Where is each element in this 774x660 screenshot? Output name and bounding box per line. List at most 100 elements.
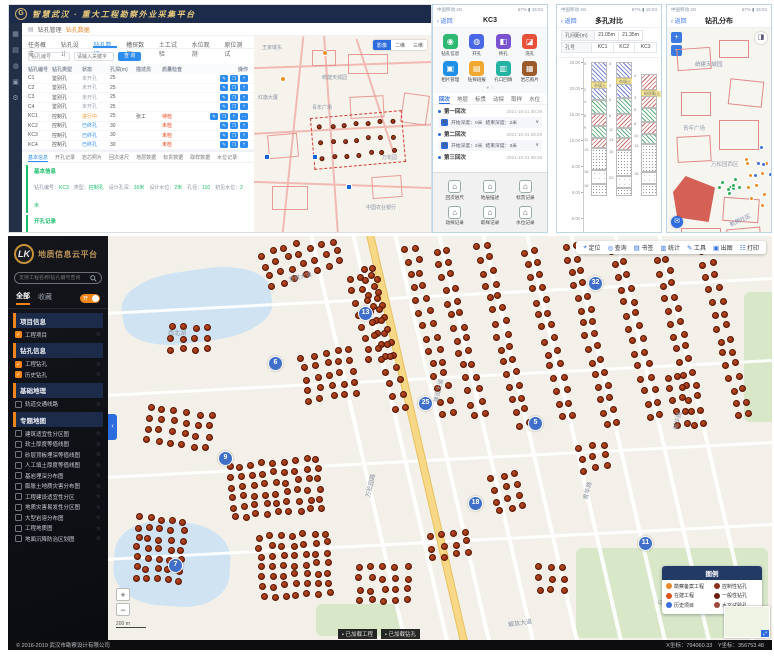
layer-checkbox[interactable]: ✓	[15, 361, 22, 368]
borehole-map[interactable]: 13625918732115建设大道青年路新华路发展大道万松园路西北湖中山公园解…	[108, 236, 772, 640]
record-tab-回次[interactable]: 回次	[439, 95, 450, 104]
cluster-marker[interactable]: 7	[168, 558, 183, 573]
layer-item[interactable]: ✓工程项目☆	[13, 328, 103, 339]
table-row[interactable]: KC2控制孔已终孔30未检✎❐⇡	[22, 122, 254, 132]
detail-tab-回次进尺[interactable]: 回次进尺	[109, 154, 129, 162]
row-action-button[interactable]: ❐	[230, 94, 238, 101]
tab-钻孔设计[interactable]: 钻孔设计	[61, 38, 85, 48]
layers-icon[interactable]: ▣	[12, 79, 19, 86]
cluster-marker[interactable]: 13	[358, 306, 373, 321]
toolbar-打印[interactable]: ☷打印	[740, 243, 759, 252]
toggle-option-三维[interactable]: 三维	[409, 40, 427, 50]
row-action-button[interactable]: ❐	[220, 113, 228, 120]
row-action-button[interactable]: ❐	[230, 132, 238, 139]
menu-icon[interactable]: ▦	[12, 31, 19, 38]
table-row[interactable]: C1鉴别孔未开孔25✎❐⇡	[22, 74, 254, 84]
minimap-expand-icon[interactable]: ⤢	[761, 630, 769, 637]
record-tab-地层[interactable]: 地层	[457, 95, 468, 104]
row-action-button[interactable]: ⇡	[240, 75, 248, 82]
row-action-button[interactable]: ✎	[220, 75, 228, 82]
breadcrumb-current[interactable]: 钻孔数据	[66, 25, 90, 34]
row-action-button[interactable]: ⇡	[240, 103, 248, 110]
toggle-option-二维[interactable]: 二维	[391, 40, 409, 50]
layer-checkbox[interactable]: ✓	[15, 331, 22, 338]
group-header[interactable]: 钻孔信息	[13, 343, 103, 358]
star-icon[interactable]: ☆	[96, 462, 101, 469]
layer-item[interactable]: 大型岩溶分布图☆	[13, 511, 103, 522]
row-action-button[interactable]: ✎	[220, 103, 228, 110]
layer-item[interactable]: 基岩埋深分布图☆	[13, 469, 103, 480]
sidebar-collapse-handle[interactable]: ‹	[108, 414, 117, 440]
cluster-marker[interactable]: 32	[588, 276, 603, 291]
table-row[interactable]: KC4控制孔已终孔30未检✎❐⇡	[22, 141, 254, 151]
app-shortcut[interactable]: ▣相片管理	[437, 61, 464, 84]
layer-checkbox[interactable]: ✓	[15, 371, 22, 378]
tab-原位测试[interactable]: 原位测试	[224, 38, 248, 48]
tab-槽探数据[interactable]: 槽探数据	[126, 38, 150, 48]
record-tab-标贯[interactable]: 标贯	[475, 95, 486, 104]
record-tab-取样[interactable]: 取样	[511, 95, 522, 104]
sheet-shortcut[interactable]: ⌂取样记录	[472, 206, 507, 227]
group-header[interactable]: 基础地理	[13, 383, 103, 398]
search-button[interactable]: 查 询	[118, 52, 141, 61]
layer-checkbox[interactable]	[15, 535, 22, 542]
star-icon[interactable]: ☆	[96, 430, 101, 437]
toolbar-工具[interactable]: ✎工具	[687, 243, 706, 252]
star-icon[interactable]: ☆	[96, 441, 101, 448]
layer-checkbox[interactable]	[15, 493, 22, 500]
layer-checkbox[interactable]	[15, 525, 22, 532]
group-header[interactable]: 专题地图	[13, 412, 103, 427]
group-header[interactable]: 项目信息	[13, 313, 103, 328]
table-row[interactable]: KC3控制孔已终孔30未检✎❐⇡	[22, 131, 254, 141]
cluster-marker[interactable]: 5	[528, 416, 543, 431]
breadcrumb-root[interactable]: 钻孔管理	[38, 25, 62, 34]
layer-item[interactable]: 轨道交通线路☆	[13, 398, 103, 409]
row-action-button[interactable]: ✎	[220, 141, 228, 148]
detail-tab-开孔记录[interactable]: 开孔记录	[55, 154, 75, 162]
layer-item[interactable]: 砂层顶板埋深等值线图☆	[13, 448, 103, 459]
layer-checkbox[interactable]	[15, 472, 22, 479]
row-action-button[interactable]: ⇡	[240, 141, 248, 148]
zoom-in-button[interactable]: +	[671, 32, 682, 43]
row-action-button[interactable]: ⇡	[240, 94, 248, 101]
tab-水位观测[interactable]: 水位观测	[192, 38, 216, 48]
star-icon[interactable]: ☆	[96, 514, 101, 521]
layer-item[interactable]: 建筑适宜性分区图☆	[13, 427, 103, 438]
info-value[interactable]: KC1	[592, 42, 614, 53]
list-icon[interactable]: ▤	[12, 47, 19, 54]
layer-item[interactable]: 工程建设适宜性分区☆	[13, 490, 103, 501]
zoom-in-button[interactable]: +	[116, 588, 130, 601]
row-action-button[interactable]: ❐	[230, 141, 238, 148]
detail-tab-水位记录[interactable]: 水位记录	[217, 154, 237, 162]
toolbar-查询[interactable]: ◎查询	[607, 243, 626, 252]
row-action-button[interactable]: ❐	[230, 75, 238, 82]
app-shortcut[interactable]: ◍开孔	[464, 34, 491, 57]
app-shortcut[interactable]: ▤钻探班报	[464, 61, 491, 84]
layer-item[interactable]: 人工填土厚度等值线图☆	[13, 459, 103, 470]
tab-钻孔数据[interactable]: 钻孔数据	[93, 38, 117, 48]
cluster-marker[interactable]: 9	[218, 451, 233, 466]
zoom-out-button[interactable]: −	[116, 603, 130, 616]
project-map[interactable]: 王家墩东红旗大厦青年广场统建天城园万松园中国农业银行影像二维三维	[254, 36, 431, 232]
detail-tab-取样数据[interactable]: 取样数据	[190, 154, 210, 162]
sheet-shortcut[interactable]: ⌂地层描述	[472, 180, 507, 201]
info-value[interactable]: KC3	[635, 42, 657, 53]
row-action-button[interactable]: ⋯	[240, 113, 248, 120]
star-icon[interactable]: ☆	[96, 525, 101, 532]
cluster-marker[interactable]: 11	[638, 536, 653, 551]
loaded-pill[interactable]: ▪ 已加载工程	[338, 629, 377, 639]
toolbar-书签[interactable]: ▤书签	[634, 243, 654, 252]
row-action-button[interactable]: ✎	[220, 94, 228, 101]
cluster-marker[interactable]: 18	[468, 496, 483, 511]
toggle-option-影像[interactable]: 影像	[373, 40, 391, 50]
round-depths[interactable]: ▤开始深度：2米结束深度：3米∨	[438, 140, 542, 151]
layer-item[interactable]: 软土厚度等值线图☆	[13, 438, 103, 449]
round-item[interactable]: 第二回次2021-10-21 08:29▤开始深度：2米结束深度：3米∨	[433, 128, 547, 151]
record-tab-动探[interactable]: 动探	[493, 95, 504, 104]
toolbar-定位[interactable]: ⌖定位	[583, 243, 600, 252]
app-shortcut[interactable]: ▦岩芯照片	[517, 61, 544, 84]
sheet-shortcut[interactable]: ⌂水位记录	[508, 206, 543, 227]
detail-tab-地层数据[interactable]: 地层数据	[136, 154, 156, 162]
row-action-button[interactable]: ❐	[230, 122, 238, 129]
layer-item[interactable]: ✓工程钻孔☆	[13, 358, 103, 369]
